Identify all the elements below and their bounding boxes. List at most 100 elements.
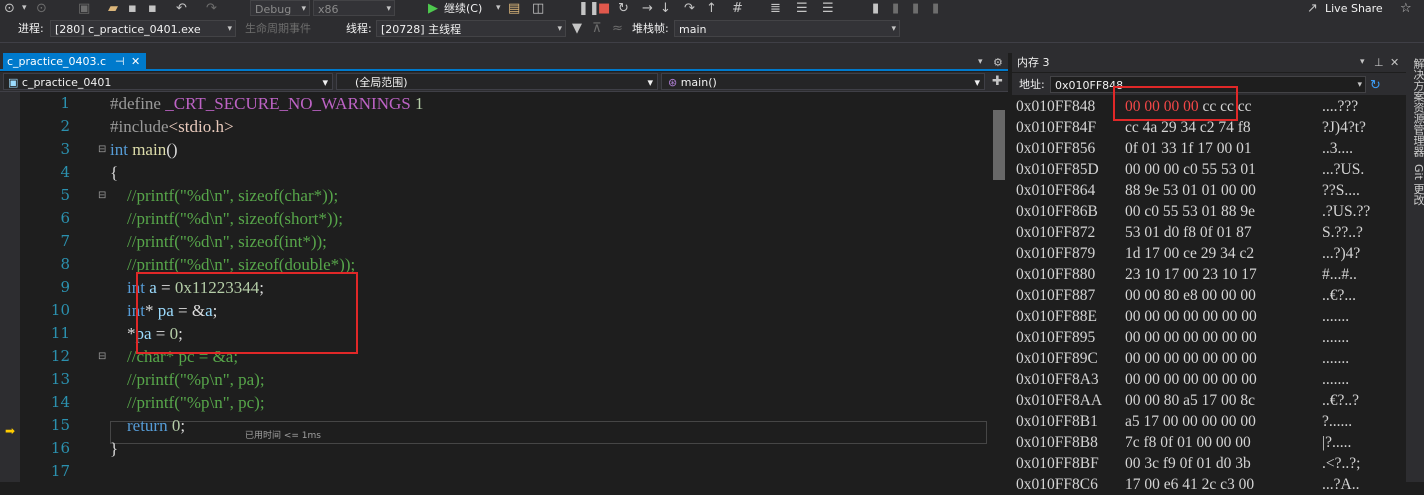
next-bookmark-icon[interactable]: ▮ (912, 0, 919, 17)
chevron-down-icon[interactable]: ▾ (22, 0, 27, 17)
save-all-icon[interactable]: ▪ (148, 0, 157, 17)
browse-icon[interactable]: ▤ (508, 0, 520, 17)
memory-address: 0x010FF8B1 (1016, 413, 1098, 430)
memory-address: 0x010FF85D (1016, 161, 1099, 178)
restart-icon[interactable]: ↻ (618, 0, 629, 17)
diagnostics-icon[interactable]: ◫ (532, 0, 544, 17)
uncomment-icon[interactable]: ☰ (822, 0, 834, 17)
annotation-box-code (136, 272, 358, 354)
back-icon[interactable]: ⊙ (4, 0, 15, 17)
fold-icon[interactable]: ⊟ (98, 138, 106, 161)
memory-hex: 0f 01 33 1f 17 00 01 (1125, 140, 1252, 157)
forward-icon[interactable]: ⊙ (36, 0, 47, 17)
chevron-down-icon[interactable]: ▾ (496, 0, 501, 17)
filter-icon[interactable]: ▼ (572, 20, 582, 37)
memory-ascii: ?J)4?t? (1322, 119, 1366, 136)
scrollbar-thumb[interactable] (993, 110, 1005, 180)
stack-frame-dropdown[interactable]: main ▾ (674, 20, 900, 37)
tab-list-chevron-icon[interactable]: ▾ (978, 54, 983, 71)
close-icon[interactable]: ✕ (1390, 54, 1399, 71)
chevron-down-icon: ▾ (557, 24, 562, 34)
side-tab-solution-explorer[interactable]: 解决方案资源管理器 (1410, 58, 1424, 157)
line-number: 10 (50, 301, 70, 319)
pin-icon[interactable]: ⊥ (1374, 54, 1384, 71)
line-number: 9 (60, 278, 70, 296)
live-share-button[interactable]: Live Share (1325, 0, 1383, 17)
live-share-icon[interactable]: ↗ (1307, 0, 1318, 17)
platform-label: x86 (318, 3, 339, 16)
memory-ascii: ....... (1322, 350, 1350, 367)
tab-c-practice-0403[interactable]: c_practice_0403.c ⊣ ✕ (3, 53, 146, 70)
collapse-stacks-icon[interactable]: ≈ (612, 20, 623, 37)
memory-ascii: ..3.... (1322, 140, 1353, 157)
memory-ascii: ??S.... (1322, 182, 1360, 199)
memory-hex: 00 00 00 00 00 00 00 (1125, 371, 1257, 388)
thread-dropdown[interactable]: [20728] 主线程 ▾ (376, 20, 566, 37)
memory-address: 0x010FF88E (1016, 308, 1097, 325)
settings-icon[interactable]: ⚙ (993, 54, 1003, 71)
project-dropdown[interactable]: ▣ c_practice_0401 ▾ (3, 73, 333, 90)
comment-icon[interactable]: ☰ (796, 0, 808, 17)
continue-button[interactable]: 继续(C) (444, 0, 482, 17)
hex-display-icon[interactable]: # (732, 0, 743, 17)
pause-icon[interactable]: ❚❚ (578, 0, 600, 17)
memory-row: 0x010FF88E 00 00 00 00 00 00 00....... (1016, 306, 1349, 327)
pin-icon[interactable]: ⊣ (115, 53, 125, 70)
memory-address: 0x010FF880 (1016, 266, 1096, 283)
play-icon[interactable]: ▶ (428, 0, 438, 17)
new-project-icon[interactable]: ▣ (78, 0, 90, 17)
fold-icon[interactable]: ⊟ (98, 345, 106, 368)
platform-dropdown[interactable]: x86 ▾ (313, 0, 395, 16)
line-number: 16 (50, 439, 70, 457)
memory-ascii: ....... (1322, 308, 1350, 325)
perftip-elapsed[interactable]: 已用时间 <= 1ms (245, 428, 321, 441)
code-line: } (110, 439, 119, 458)
line-number: 15 (50, 416, 70, 434)
redo-icon[interactable]: ↷ (206, 0, 217, 17)
step-over-icon[interactable]: ↷ (684, 0, 695, 17)
toggle-filter-icon[interactable]: ⊼ (592, 20, 602, 37)
close-icon[interactable]: ✕ (131, 53, 140, 70)
open-folder-icon[interactable]: ▰ (108, 0, 118, 17)
memory-window-title: 内存 3 (1017, 56, 1050, 69)
window-menu-chevron-icon[interactable]: ▾ (1360, 54, 1365, 71)
refresh-icon[interactable]: ↻ (1370, 77, 1381, 94)
undo-icon[interactable]: ↶ (176, 0, 187, 17)
lifecycle-events-button[interactable]: 生命周期事件 (245, 20, 311, 37)
process-dropdown[interactable]: [280] c_practice_0401.exe ▾ (50, 20, 236, 37)
memory-row: 0x010FF8C6 17 00 e6 41 2c c3 00 ...?A.. (1016, 474, 1359, 495)
step-out-icon[interactable]: ↑ (706, 0, 717, 17)
code-line: return 0; (127, 416, 186, 435)
split-editor-icon[interactable]: ✚ (992, 73, 1003, 90)
memory-ascii: ....... (1322, 329, 1350, 346)
function-dropdown[interactable]: ⊛ main() ▾ (661, 73, 985, 90)
bookmark-icon[interactable]: ▮ (872, 0, 879, 17)
chevron-down-icon: ▾ (647, 76, 653, 89)
memory-row: 0x010FF8BF 00 3c f9 0f 01 d0 3b .<?..?; (1016, 453, 1360, 474)
memory-row: 0x010FF856 0f 01 33 1f 17 00 01 ..3.... (1016, 138, 1353, 159)
chevron-down-icon: ▾ (301, 4, 306, 14)
thread-value: [20728] 主线程 (381, 23, 462, 36)
feedback-icon[interactable]: ☆ (1400, 0, 1412, 17)
memory-address: 0x010FF848 (1016, 98, 1096, 115)
configuration-dropdown[interactable]: Debug ▾ (250, 0, 310, 16)
prev-bookmark-icon[interactable]: ▮ (892, 0, 899, 17)
memory-ascii: ?...... (1322, 413, 1353, 430)
side-tab-git-changes[interactable]: Git 更改 (1410, 164, 1424, 205)
code-line: //printf("%d\n", sizeof(short*)); (110, 209, 343, 228)
memory-address: 0x010FF887 (1016, 287, 1096, 304)
clear-bookmarks-icon[interactable]: ▮ (932, 0, 939, 17)
memory-address: 0x010FF856 (1016, 140, 1096, 157)
threads-icon[interactable]: ≣ (770, 0, 781, 17)
chevron-down-icon: ▾ (227, 24, 232, 34)
memory-address: 0x010FF895 (1016, 329, 1096, 346)
stop-icon[interactable]: ■ (598, 0, 610, 17)
show-next-statement-icon[interactable]: → (642, 0, 653, 17)
save-icon[interactable]: ▪ (128, 0, 137, 17)
fold-icon[interactable]: ⊟ (98, 184, 106, 207)
memory-ascii: ...?US. (1322, 161, 1365, 178)
step-into-icon[interactable]: ↓ (660, 0, 671, 17)
memory-row: 0x010FF8A3 00 00 00 00 00 00 00....... (1016, 369, 1349, 390)
memory-row: 0x010FF86B 00 c0 55 53 01 88 9e .?US.?? (1016, 201, 1370, 222)
scope-dropdown[interactable]: (全局范围) ▾ (336, 73, 658, 90)
